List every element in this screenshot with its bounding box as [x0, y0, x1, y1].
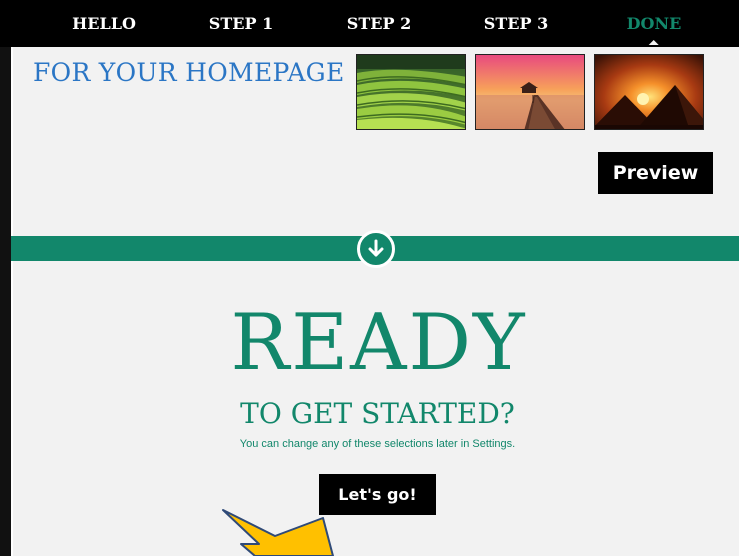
nav-step-done-label: DONE — [626, 14, 682, 33]
active-step-caret-icon — [648, 40, 659, 45]
get-started-subheadline: TO GET STARTED? — [240, 397, 515, 430]
wizard-step-nav: HELLO STEP 1 STEP 2 STEP 3 DONE — [0, 0, 739, 47]
setup-wizard-page: HELLO STEP 1 STEP 2 STEP 3 DONE FOR YOUR… — [0, 0, 739, 556]
nav-step-hello[interactable]: HELLO — [72, 0, 136, 47]
homepage-section-title: FOR YOUR HOMEPAGE — [33, 58, 345, 87]
nav-step-2[interactable]: STEP 2 — [347, 0, 411, 47]
arrow-down-glyph — [368, 239, 384, 257]
settings-change-note: You can change any of these selections l… — [239, 438, 516, 450]
annotation-pointer-arrow-icon — [222, 509, 334, 556]
thumbnail-pier-sunset[interactable] — [475, 54, 585, 130]
preview-button[interactable]: Preview — [598, 152, 713, 194]
ready-headline: READY — [230, 298, 527, 388]
window-left-border — [0, 0, 13, 556]
pier-sunset-image — [476, 55, 584, 129]
pyramids-sunset-image — [595, 55, 703, 129]
arrow-down-circle-icon[interactable] — [357, 230, 395, 268]
thumbnail-pyramids-sunset[interactable] — [594, 54, 704, 130]
nav-step-1[interactable]: STEP 1 — [209, 0, 273, 47]
thumbnail-tea-plantation[interactable] — [356, 54, 466, 130]
tea-plantation-image — [357, 55, 465, 129]
nav-step-done[interactable]: DONE — [626, 0, 682, 47]
nav-step-3[interactable]: STEP 3 — [484, 0, 548, 47]
